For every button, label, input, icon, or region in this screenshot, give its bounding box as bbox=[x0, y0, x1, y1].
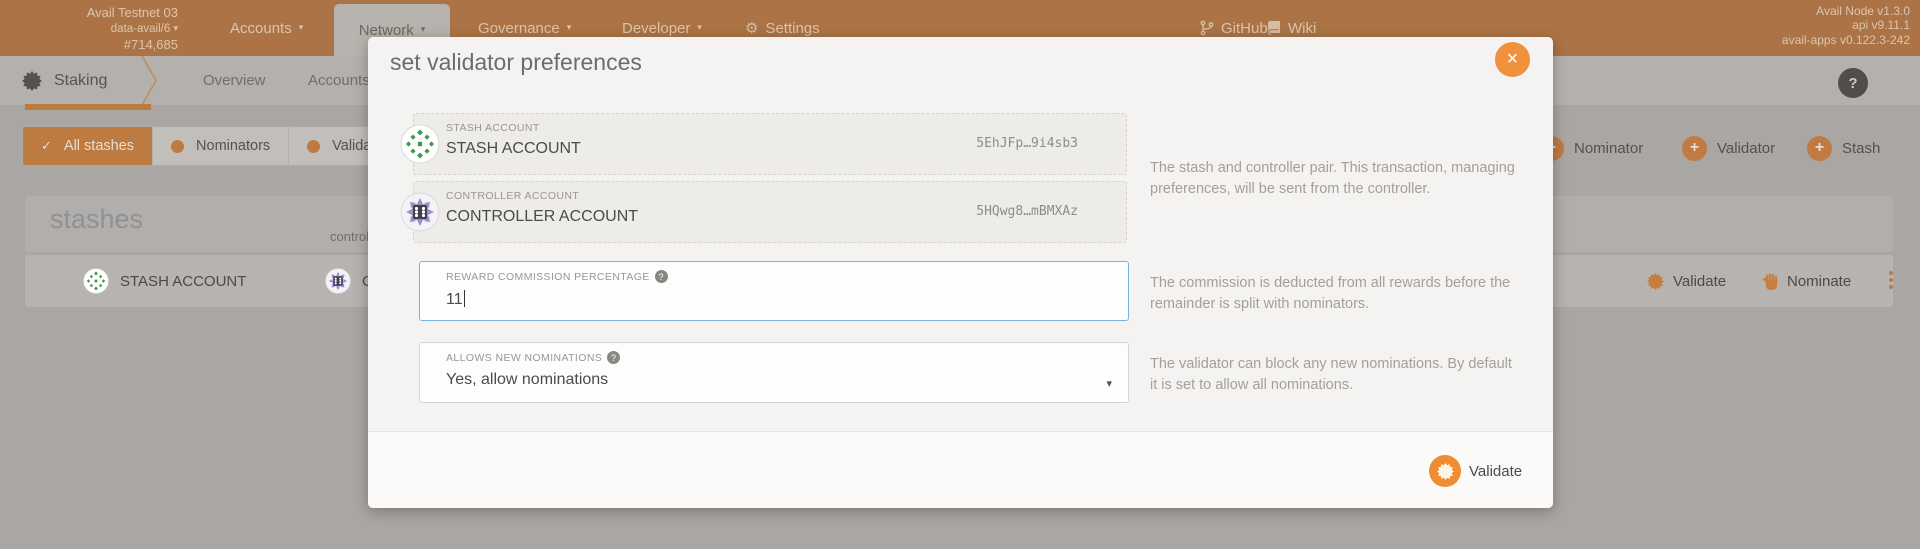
chevron-down-icon: ▾ bbox=[421, 24, 426, 35]
node-version-info: Avail Node v1.3.0 api v9.11.1 avail-apps… bbox=[1782, 4, 1910, 47]
node-version: Avail Node v1.3.0 bbox=[1782, 4, 1910, 18]
button-label: Validate bbox=[1673, 273, 1726, 290]
close-button[interactable]: × bbox=[1495, 42, 1530, 77]
staking-app-icon bbox=[22, 71, 42, 91]
stash-account-field: STASH ACCOUNT STASH ACCOUNT 5EhJFp…9i4sb… bbox=[413, 113, 1127, 175]
button-label: Nominate bbox=[1787, 273, 1851, 290]
modal-footer: Validate bbox=[368, 431, 1553, 508]
field-value: STASH ACCOUNT bbox=[446, 140, 581, 158]
link-label: Wiki bbox=[1288, 20, 1316, 37]
chevron-down-icon: ▾ bbox=[173, 23, 178, 35]
stash-account-name: STASH ACCOUNT bbox=[120, 255, 246, 307]
question-mark-icon: ? bbox=[1848, 75, 1857, 92]
field-label: CONTROLLER ACCOUNT bbox=[446, 190, 579, 202]
nav-label: Network bbox=[359, 22, 414, 39]
controller-identicon[interactable] bbox=[400, 192, 440, 232]
radio-dot-icon bbox=[171, 140, 184, 153]
nav-menu-accounts[interactable]: Accounts ▾ bbox=[230, 0, 303, 56]
controller-address: 5HQwg8…mBMXAz bbox=[976, 204, 1078, 219]
chevron-down-icon: ▾ bbox=[299, 22, 304, 33]
seal-icon bbox=[1429, 455, 1461, 487]
commission-help-text: The commission is deducted from all rewa… bbox=[1150, 273, 1518, 315]
chain-name: Avail Testnet 03 bbox=[0, 5, 178, 22]
text-cursor bbox=[464, 290, 465, 307]
plus-icon: + bbox=[1807, 136, 1832, 161]
filter-label: All stashes bbox=[64, 138, 134, 154]
plus-icon: + bbox=[1682, 136, 1707, 161]
tab-accounts[interactable]: Accounts bbox=[308, 56, 370, 105]
field-label: STASH ACCOUNT bbox=[446, 122, 540, 134]
add-validator-button[interactable]: + Validator bbox=[1682, 135, 1775, 161]
chevron-down-icon: ▾ bbox=[697, 22, 702, 33]
controller-account-field: CONTROLLER ACCOUNT CONTROLLER ACCOUNT 5H… bbox=[413, 181, 1127, 243]
hand-icon bbox=[1762, 273, 1778, 290]
check-icon: ✓ bbox=[41, 138, 52, 154]
app-page: Avail Testnet 03 data-avail/6 ▾ #714,685… bbox=[0, 0, 1920, 549]
nav-label: Settings bbox=[765, 20, 819, 37]
close-icon: × bbox=[1507, 48, 1519, 71]
add-nominator-button[interactable]: + Nominator bbox=[1539, 135, 1643, 161]
chain-spec: data-avail/6 ▾ bbox=[0, 22, 178, 37]
filter-label: Nominators bbox=[196, 138, 270, 154]
api-version: api v9.11.1 bbox=[1782, 18, 1910, 32]
nominations-dropdown[interactable]: ALLOWS NEW NOMINATIONS ? Yes, allow nomi… bbox=[419, 342, 1129, 403]
dropdown-selected-value: Yes, allow nominations bbox=[446, 371, 608, 389]
button-label: Validator bbox=[1717, 140, 1775, 157]
row-menu-button[interactable] bbox=[1887, 271, 1895, 292]
commission-value: 11 bbox=[446, 290, 465, 309]
accounts-help-text: The stash and controller pair. This tran… bbox=[1150, 158, 1518, 200]
button-label: Stash bbox=[1842, 140, 1880, 157]
apps-version: avail-apps v0.122.3-242 bbox=[1782, 33, 1910, 47]
chain-block-number: #714,685 bbox=[0, 37, 178, 54]
label-text: ALLOWS NEW NOMINATIONS bbox=[446, 352, 602, 364]
row-nominate-button[interactable]: Nominate bbox=[1762, 255, 1851, 307]
nav-label: Accounts bbox=[230, 20, 292, 37]
stashes-title: stashes bbox=[50, 204, 143, 235]
radio-dot-icon bbox=[307, 140, 320, 153]
commission-input[interactable]: REWARD COMMISSION PERCENTAGE ? 11 bbox=[419, 261, 1129, 321]
link-label: GitHub bbox=[1221, 20, 1268, 37]
field-value: CONTROLLER ACCOUNT bbox=[446, 208, 638, 226]
stash-identicon[interactable] bbox=[83, 268, 109, 294]
stash-address: 5EhJFp…9i4sb3 bbox=[976, 136, 1078, 151]
button-label: Nominator bbox=[1574, 140, 1643, 157]
field-label: ALLOWS NEW NOMINATIONS ? bbox=[446, 351, 620, 364]
filter-nominators[interactable]: Nominators bbox=[153, 127, 289, 165]
modal-title: set validator preferences bbox=[390, 49, 642, 76]
nominations-help-text: The validator can block any new nominati… bbox=[1150, 354, 1518, 396]
label-text: REWARD COMMISSION PERCENTAGE bbox=[446, 271, 650, 283]
help-button[interactable]: ? bbox=[1838, 68, 1868, 98]
tab-label: Accounts bbox=[308, 72, 370, 89]
nav-label: Developer bbox=[622, 20, 690, 37]
book-icon bbox=[1268, 21, 1281, 36]
gear-icon: ⚙ bbox=[745, 19, 758, 37]
help-tooltip-icon[interactable]: ? bbox=[655, 270, 668, 283]
stash-identicon[interactable] bbox=[400, 124, 440, 164]
help-tooltip-icon[interactable]: ? bbox=[607, 351, 620, 364]
add-stash-button[interactable]: + Stash bbox=[1807, 135, 1880, 161]
row-validate-button[interactable]: Validate bbox=[1647, 255, 1726, 307]
validate-submit-button[interactable]: Validate bbox=[1429, 455, 1522, 487]
breadcrumb-chevron-icon bbox=[141, 56, 159, 105]
tab-label: Overview bbox=[203, 72, 266, 89]
github-branch-icon bbox=[1200, 20, 1214, 36]
set-validator-preferences-modal: set validator preferences × STASH ACCOUN… bbox=[368, 37, 1553, 508]
chevron-down-icon: ▾ bbox=[567, 22, 572, 33]
chevron-down-icon: ▾ bbox=[1106, 377, 1112, 390]
selected-filter-notch bbox=[25, 104, 151, 110]
breadcrumb-staking: Staking bbox=[22, 56, 107, 105]
button-label: Validate bbox=[1469, 463, 1522, 480]
tab-overview[interactable]: Overview bbox=[203, 56, 266, 105]
chain-selector[interactable]: Avail Testnet 03 data-avail/6 ▾ #714,685 bbox=[0, 5, 178, 54]
app-title: Staking bbox=[54, 72, 107, 90]
controller-identicon[interactable] bbox=[325, 268, 351, 294]
seal-icon bbox=[1647, 273, 1664, 290]
filter-all-stashes[interactable]: ✓ All stashes bbox=[23, 127, 153, 165]
field-label: REWARD COMMISSION PERCENTAGE ? bbox=[446, 270, 668, 283]
nav-label: Governance bbox=[478, 20, 560, 37]
